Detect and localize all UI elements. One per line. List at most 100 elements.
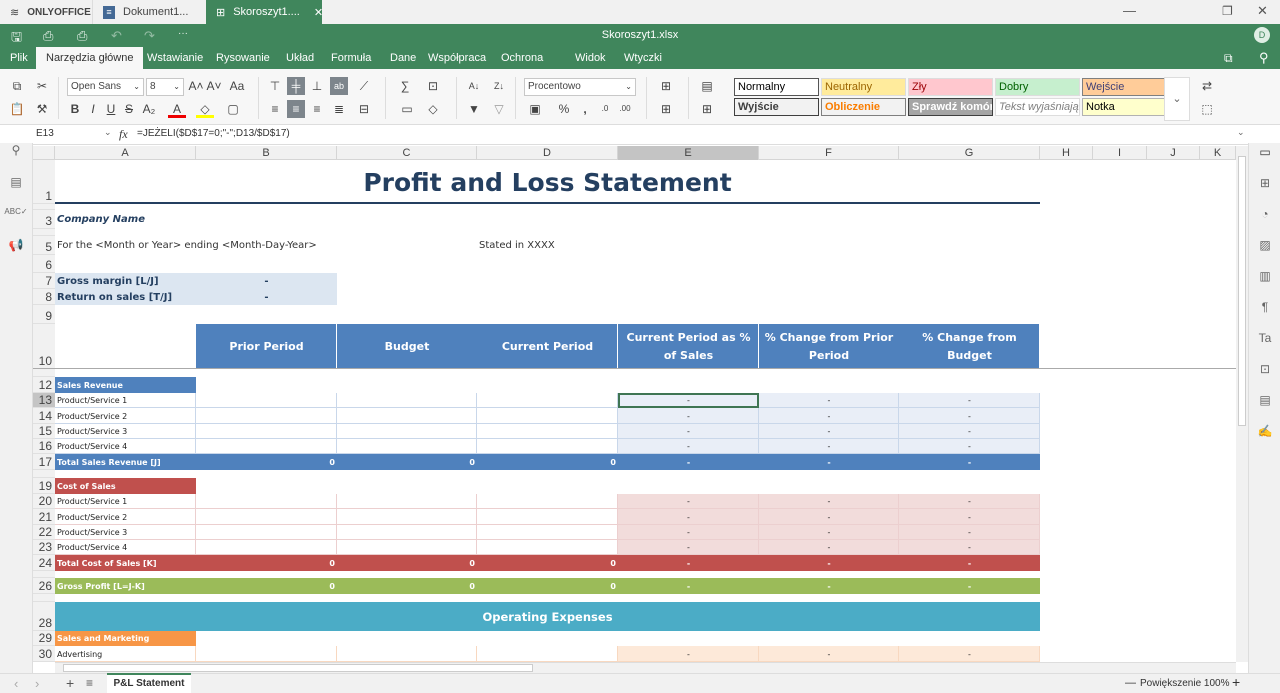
row-header-10[interactable]: 10 [33,324,55,369]
cell-C17[interactable]: 0 [337,454,477,470]
orientation-icon[interactable]: ⟋ [355,77,373,95]
cell-style-6[interactable]: Obliczenie [821,98,906,116]
delete-cells-icon[interactable]: ⊞ [657,100,675,118]
cell-style-0[interactable]: Normalny [734,78,819,96]
column-header-G[interactable]: G [899,146,1040,160]
font-name-select[interactable]: Open Sans ⌄ [67,78,144,96]
row-header-21[interactable]: 21 [33,509,55,525]
italic-icon[interactable]: I [84,100,102,118]
minimize-icon[interactable]: — [1123,3,1136,18]
menu-tab-8[interactable]: Ochrona [491,47,553,69]
cell-B24[interactable]: 0 [196,555,337,571]
clear-filter-icon[interactable]: ▽ [490,100,508,118]
cell-F23[interactable]: - [759,540,899,555]
cut-icon[interactable]: ✂ [33,77,51,95]
decrease-font-icon[interactable]: A˅ [205,77,223,95]
cell-B26[interactable]: 0 [196,578,337,594]
bold-icon[interactable]: B [66,100,84,118]
cell-A7[interactable]: Gross margin [L/J] [55,273,196,289]
formula-input[interactable]: =JEŻELI($D$17=0;"-";D13/$D$17) [137,128,290,139]
row-header-14[interactable]: 14 [33,408,55,424]
cell-A22[interactable]: Product/Service 3 [55,525,196,540]
align-center-icon[interactable]: ≡ [287,100,305,118]
cell-C10[interactable]: Budget [337,324,477,369]
sheet-list-icon[interactable]: ≡ [86,676,93,690]
cell-F24[interactable]: - [759,555,899,571]
row-header-28[interactable]: 28 [33,602,55,631]
cell-F20[interactable]: - [759,494,899,509]
signature-icon[interactable]: ✍ [1249,424,1280,438]
column-header-F[interactable]: F [759,146,899,160]
prev-sheet-icon[interactable]: ‹ [14,676,18,691]
cell-E21[interactable]: - [618,509,759,525]
cell-A8[interactable]: Return on sales [T/J] [55,289,196,305]
row-header-4[interactable] [33,229,55,236]
justify-icon[interactable]: ≣ [330,100,348,118]
text-art-icon[interactable]: Ta [1249,331,1280,345]
cell-C26[interactable]: 0 [337,578,477,594]
cell-F16[interactable]: - [759,439,899,454]
close-tab-icon[interactable]: ✕ [314,6,323,19]
cell-G23[interactable]: - [899,540,1040,555]
column-header-A[interactable]: A [55,146,196,160]
table-settings-icon[interactable]: ⊞ [1249,176,1280,190]
cell-B7[interactable]: - [196,273,337,289]
cell-G10[interactable]: % Change from Budget [899,324,1040,369]
row-header-29[interactable]: 29 [33,631,55,646]
select-all-corner[interactable] [33,146,55,160]
row-header-8[interactable]: 8 [33,289,55,305]
cell-E24[interactable]: - [618,555,759,571]
cell-A13[interactable]: Product/Service 1 [55,393,196,408]
row-header-16[interactable]: 16 [33,439,55,454]
cell-A14[interactable]: Product/Service 2 [55,408,196,424]
cell-G26[interactable]: - [899,578,1040,594]
cell-E30[interactable]: - [618,646,759,662]
cell-G24[interactable]: - [899,555,1040,571]
align-middle-icon[interactable]: ╪ [287,77,305,95]
column-header-I[interactable]: I [1093,146,1147,160]
column-header-K[interactable]: K [1200,146,1236,160]
cell-A19[interactable]: Cost of Sales [55,478,196,494]
shape-settings-icon[interactable]: ◔ [1249,207,1280,221]
open-location-icon[interactable]: ⧉ [1224,51,1233,66]
cell-A3[interactable]: Company Name [55,210,196,229]
feedback-icon[interactable]: 📢 [0,238,32,252]
vertical-scrollbar[interactable] [1236,146,1248,662]
cell-G20[interactable]: - [899,494,1040,509]
cell-E10[interactable]: Current Period as % of Sales [618,324,759,369]
cell-A28[interactable]: Operating Expenses [55,602,1040,631]
pivot-table-icon[interactable]: ⊡ [1249,362,1280,376]
row-header-23[interactable]: 23 [33,540,55,555]
cell-A23[interactable]: Product/Service 4 [55,540,196,555]
comments-icon[interactable]: ▤ [0,175,32,189]
cell-G16[interactable]: - [899,439,1040,454]
search-icon[interactable]: ⚲ [0,143,32,157]
cell-A17[interactable]: Total Sales Revenue [J] [55,454,196,470]
cell-G17[interactable]: - [899,454,1040,470]
named-ranges-icon[interactable]: ▭ [398,100,416,118]
chart-settings-icon[interactable]: ▥ [1249,269,1280,283]
cell-E16[interactable]: - [618,439,759,454]
selected-cell-E13[interactable] [618,393,759,408]
menu-tab-5[interactable]: Formuła [321,47,381,69]
cell-C24[interactable]: 0 [337,555,477,571]
chevron-down-icon[interactable]: ⌄ [104,127,112,138]
row-header-20[interactable]: 20 [33,494,55,509]
cell-E17[interactable]: - [618,454,759,470]
cell-F30[interactable]: - [759,646,899,662]
sum-icon[interactable]: ∑ [396,77,414,95]
add-sheet-icon[interactable]: + [66,675,74,691]
column-header-D[interactable]: D [477,146,618,160]
cell-G15[interactable]: - [899,424,1040,439]
borders-icon[interactable]: ▢ [224,100,242,118]
increase-font-icon[interactable]: A˄ [187,77,205,95]
cell-B8[interactable]: - [196,289,337,305]
menu-tab-10[interactable]: Wtyczki [614,47,672,69]
align-left-icon[interactable]: ≡ [266,100,284,118]
change-case-icon[interactable]: Aa [225,77,249,95]
format-painter-icon[interactable]: ⚒ [33,100,51,118]
cell-A1[interactable]: Profit and Loss Statement [55,160,1040,204]
cell-A20[interactable]: Product/Service 1 [55,494,196,509]
filter-icon[interactable]: ▼ [465,100,483,118]
cell-style-1[interactable]: Neutralny [821,78,906,96]
